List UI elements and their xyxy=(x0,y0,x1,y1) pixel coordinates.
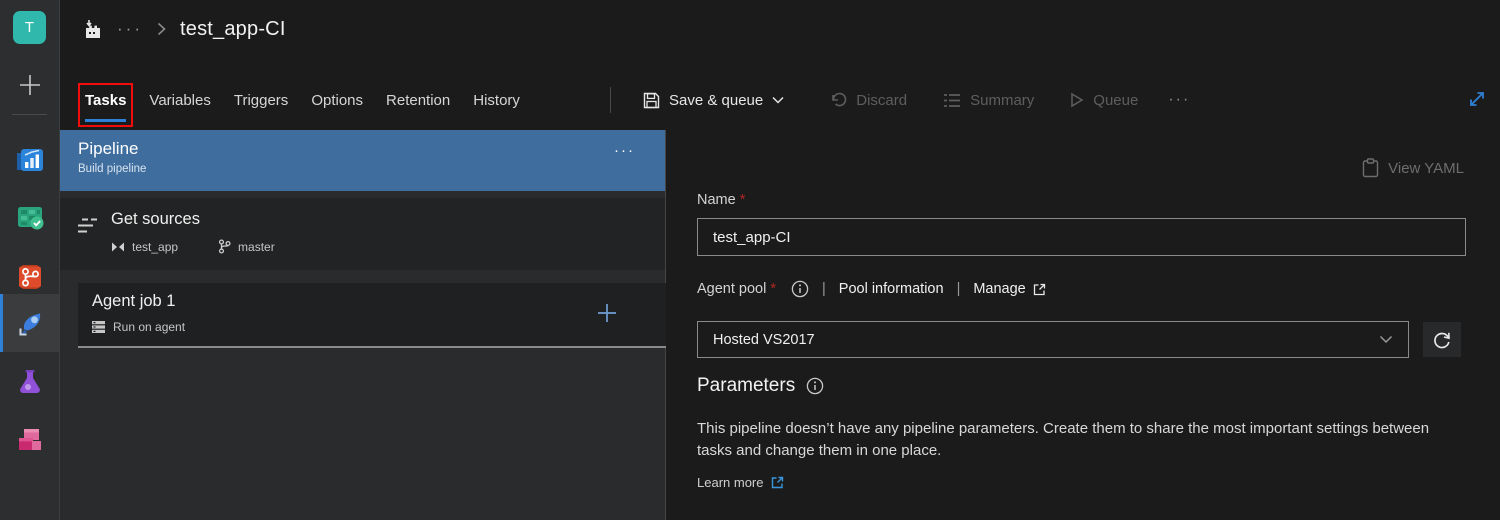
name-label: Name * xyxy=(697,192,746,208)
overview-icon xyxy=(16,149,43,171)
agent-job-title: Agent job 1 xyxy=(92,292,176,310)
pipeline-tree-panel: Pipeline Build pipeline ··· Get sources … xyxy=(60,130,666,520)
separator: | xyxy=(822,281,826,297)
pipeline-form-panel: View YAML Name* Agent pool * | Pool info… xyxy=(667,130,1500,520)
learn-more-link[interactable]: Learn more xyxy=(697,475,784,490)
external-link-icon xyxy=(772,476,784,489)
tab-retention[interactable]: Retention xyxy=(386,92,450,109)
list-icon xyxy=(944,93,961,107)
refresh-agent-pools-button[interactable] xyxy=(1423,322,1461,357)
toolbar-divider xyxy=(610,87,611,113)
tab-tasks[interactable]: Tasks xyxy=(78,82,134,127)
sidebar-item-overview[interactable] xyxy=(0,133,59,189)
breadcrumb-ellipsis[interactable]: ··· xyxy=(117,19,143,39)
branch-name: master xyxy=(218,239,275,254)
branch-icon xyxy=(218,239,231,254)
refresh-icon xyxy=(1434,332,1450,348)
fullscreen-toggle-button[interactable] xyxy=(1466,88,1488,110)
sidebar-divider xyxy=(12,114,47,115)
azure-repos-mini-icon xyxy=(112,242,124,251)
repo-name: test_app xyxy=(111,240,178,254)
sidebar-item-boards[interactable] xyxy=(0,190,59,246)
app-sidebar: T xyxy=(0,0,60,520)
separator: | xyxy=(956,281,961,297)
play-icon xyxy=(1071,92,1084,108)
pipeline-node-subtitle: Build pipeline xyxy=(78,163,147,175)
agent-icon xyxy=(92,321,105,333)
command-bar: Save & queue Discard Summary Queue ··· xyxy=(610,80,1190,120)
external-link-icon xyxy=(1033,283,1045,295)
undo-icon xyxy=(832,92,847,107)
get-sources-meta: test_app master xyxy=(111,239,275,254)
tab-bar: Tasks Variables Triggers Options Retenti… xyxy=(78,78,520,127)
chevron-down-icon xyxy=(772,96,784,104)
sidebar-item-test-plans[interactable] xyxy=(0,354,59,410)
sidebar-item-pipelines[interactable] xyxy=(0,294,59,352)
tab-variables[interactable]: Variables xyxy=(149,92,210,109)
manage-link[interactable]: Manage xyxy=(973,281,1045,297)
clipboard-icon xyxy=(1362,158,1379,178)
queue-button[interactable]: Queue xyxy=(1070,92,1138,109)
boards-icon xyxy=(17,207,43,230)
summary-button[interactable]: Summary xyxy=(943,92,1034,109)
agent-pool-row: Agent pool * | Pool information | Manage xyxy=(697,280,1046,298)
agent-pool-info-button[interactable] xyxy=(791,280,809,298)
chevron-down-icon xyxy=(1379,335,1393,344)
agent-job-subtitle: Run on agent xyxy=(92,320,185,334)
test-plans-icon xyxy=(19,370,40,393)
pipelines-icon xyxy=(18,313,40,336)
artifacts-icon xyxy=(18,429,41,450)
repos-icon xyxy=(18,265,41,289)
plus-icon xyxy=(19,75,40,95)
get-sources-icon xyxy=(78,218,97,233)
discard-button[interactable]: Discard xyxy=(830,92,907,109)
plus-icon xyxy=(598,304,616,322)
agent-pool-value: Hosted VS2017 xyxy=(713,331,815,348)
agent-pool-label: Agent pool xyxy=(697,281,767,297)
sidebar-item-artifacts[interactable] xyxy=(0,412,59,468)
build-definition-icon xyxy=(86,19,100,38)
parameters-heading: Parameters xyxy=(697,375,824,397)
add-task-button[interactable] xyxy=(594,300,620,326)
agent-job-node[interactable]: Agent job 1 Run on agent xyxy=(78,283,666,348)
add-project-button[interactable] xyxy=(0,64,59,106)
parameters-description: This pipeline doesn’t have any pipeline … xyxy=(697,420,1430,459)
tab-history[interactable]: History xyxy=(473,92,520,109)
required-asterisk: * xyxy=(770,281,776,297)
name-input[interactable] xyxy=(697,218,1466,256)
pipeline-node[interactable]: Pipeline Build pipeline ··· xyxy=(60,130,665,191)
more-actions-button[interactable]: ··· xyxy=(1168,91,1190,109)
tab-triggers[interactable]: Triggers xyxy=(234,92,288,109)
active-tab-underline xyxy=(85,118,127,122)
agent-pool-dropdown[interactable]: Hosted VS2017 xyxy=(697,321,1409,358)
pipeline-node-title: Pipeline xyxy=(78,139,139,158)
project-avatar[interactable]: T xyxy=(13,11,46,44)
view-yaml-button[interactable]: View YAML xyxy=(1362,158,1464,178)
get-sources-title: Get sources xyxy=(111,210,200,228)
chevron-right-icon xyxy=(157,22,166,36)
project-avatar-letter: T xyxy=(24,19,35,36)
pool-information-link[interactable]: Pool information xyxy=(839,281,944,297)
get-sources-node[interactable]: Get sources test_app master xyxy=(60,198,665,270)
info-icon xyxy=(806,377,824,395)
save-and-queue-button[interactable]: Save & queue xyxy=(643,92,784,109)
parameters-info-button[interactable] xyxy=(806,377,824,395)
breadcrumb: ··· test_app-CI xyxy=(84,14,286,44)
tab-options[interactable]: Options xyxy=(311,92,363,109)
expand-icon xyxy=(1470,92,1484,106)
info-icon xyxy=(791,280,809,298)
page-title: test_app-CI xyxy=(179,17,286,40)
save-icon xyxy=(643,92,660,108)
required-asterisk: * xyxy=(739,192,746,208)
pipeline-more-button[interactable]: ··· xyxy=(614,142,635,159)
